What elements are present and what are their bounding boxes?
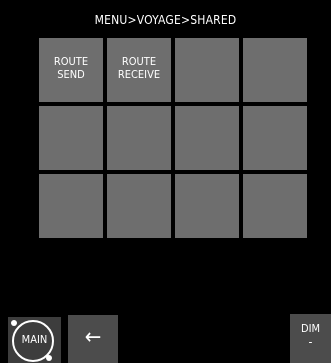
empty-tile[interactable] [175,38,239,102]
breadcrumb-title: MENU>VOYAGE>SHARED [94,13,237,27]
empty-tile[interactable] [175,106,239,170]
empty-tile[interactable] [107,174,171,238]
empty-tile[interactable] [107,106,171,170]
back-button[interactable]: ← [68,315,118,363]
empty-tile[interactable] [243,174,307,238]
dim-value: - [308,335,313,349]
main-label: MAIN [21,333,48,346]
ring-dot-icon [46,355,52,361]
screen: MENU>VOYAGE>SHARED ROUTE SEND ROUTE RECEIV… [0,0,331,363]
left-arrow-icon: ← [84,325,102,350]
empty-tile[interactable] [243,106,307,170]
ring-dot-icon [11,320,17,326]
route-send-tile[interactable]: ROUTE SEND [39,38,103,102]
empty-tile[interactable] [39,106,103,170]
empty-tile[interactable] [243,38,307,102]
dim-button[interactable]: DIM - [290,314,331,363]
empty-tile[interactable] [39,174,103,238]
route-receive-tile[interactable]: ROUTE RECEIVE [107,38,171,102]
dim-label: DIM [300,322,321,335]
empty-tile[interactable] [175,174,239,238]
tile-label: ROUTE SEND [53,55,89,81]
tile-label: ROUTE RECEIVE [117,55,161,81]
main-button[interactable]: MAIN [8,317,61,363]
